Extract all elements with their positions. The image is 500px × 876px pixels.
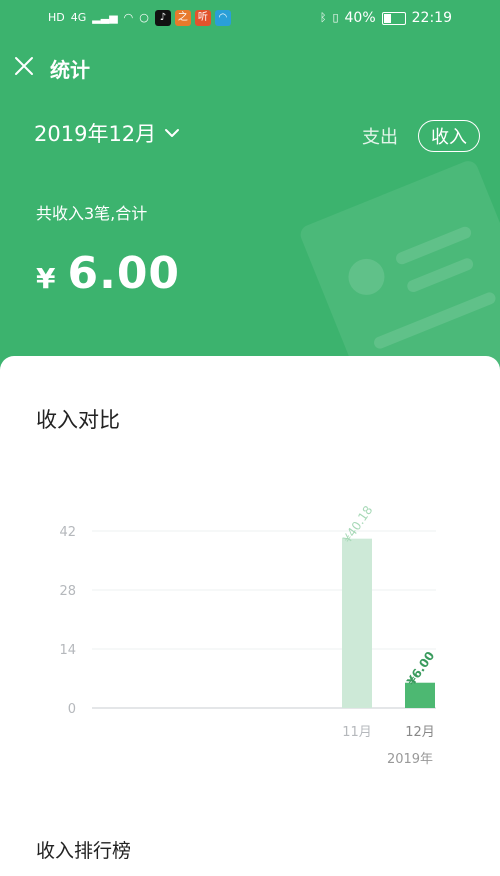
status-right: ᛒ ▯ 40% 22:19 (320, 10, 452, 26)
y-tick-label: 42 (59, 525, 76, 540)
content-card: 收入对比 0 14 28 42 ¥40.18 11月 ¥6.00 12月 2019年 收入排行榜 (0, 356, 500, 876)
vibrate-icon: ▯ (332, 11, 339, 24)
x-tick-label: 11月 (342, 725, 372, 740)
app-orange-icon: 之 (174, 10, 191, 26)
total-amount: ¥ 6.00 (36, 248, 180, 299)
x-tick-label: 12月 (405, 725, 435, 740)
y-tick-label: 28 (59, 584, 76, 599)
summary-text: 共收入3笔,合计 (36, 204, 148, 223)
signal-icon: ▂▃▅ (92, 11, 118, 24)
month-label: 2019年12月 (34, 122, 157, 146)
listen-app-icon: 听 (194, 10, 211, 26)
total-value: 6.00 (67, 248, 181, 299)
chevron-down-icon (165, 129, 180, 137)
type-toggle: 支出 收入 (362, 120, 480, 152)
network-4g-label: 4G (70, 11, 87, 24)
search-icon: ○ (139, 11, 149, 24)
y-tick-label: 14 (59, 643, 76, 658)
blue-app-icon: ◠ (214, 10, 231, 26)
bluetooth-icon: ᛒ (319, 11, 327, 24)
year-label: 2019年 (387, 752, 433, 767)
currency-symbol: ¥ (36, 262, 56, 295)
month-selector[interactable]: 2019年12月 (34, 118, 180, 148)
bar (405, 682, 435, 708)
stats-header: HD 4G ▂▃▅ ◠ ○ ♪ 之听 ◠ ᛒ ▯ 40% 22:19 统计 2019… (0, 0, 500, 380)
ranking-title: 收入排行榜 (36, 840, 132, 862)
close-icon[interactable] (12, 54, 36, 78)
decorative-document-illustration (297, 158, 500, 380)
wifi-icon: ◠ (123, 11, 134, 24)
tab-income[interactable]: 收入 (418, 120, 480, 152)
battery-percent: 40% (344, 10, 376, 26)
tab-expense[interactable]: 支出 (362, 123, 398, 149)
top-bar: 统计 (0, 48, 500, 88)
tiktok-icon: ♪ (154, 10, 171, 26)
hd-label: HD (48, 11, 65, 24)
battery-icon (381, 11, 406, 25)
bar (342, 538, 372, 708)
page-title: 统计 (50, 58, 90, 82)
income-comparison-chart: 0142842 ¥40.1811月¥6.0012月2019年 (59, 503, 437, 767)
clock: 22:19 (411, 10, 452, 26)
status-left: HD 4G ▂▃▅ ◠ ○ ♪ 之听 ◠ (48, 10, 231, 26)
comparison-title: 收入对比 (36, 408, 120, 432)
data-label: ¥6.00 (404, 649, 437, 688)
y-tick-label: 0 (68, 702, 76, 717)
status-bar: HD 4G ▂▃▅ ◠ ○ ♪ 之听 ◠ ᛒ ▯ 40% 22:19 (0, 0, 500, 38)
